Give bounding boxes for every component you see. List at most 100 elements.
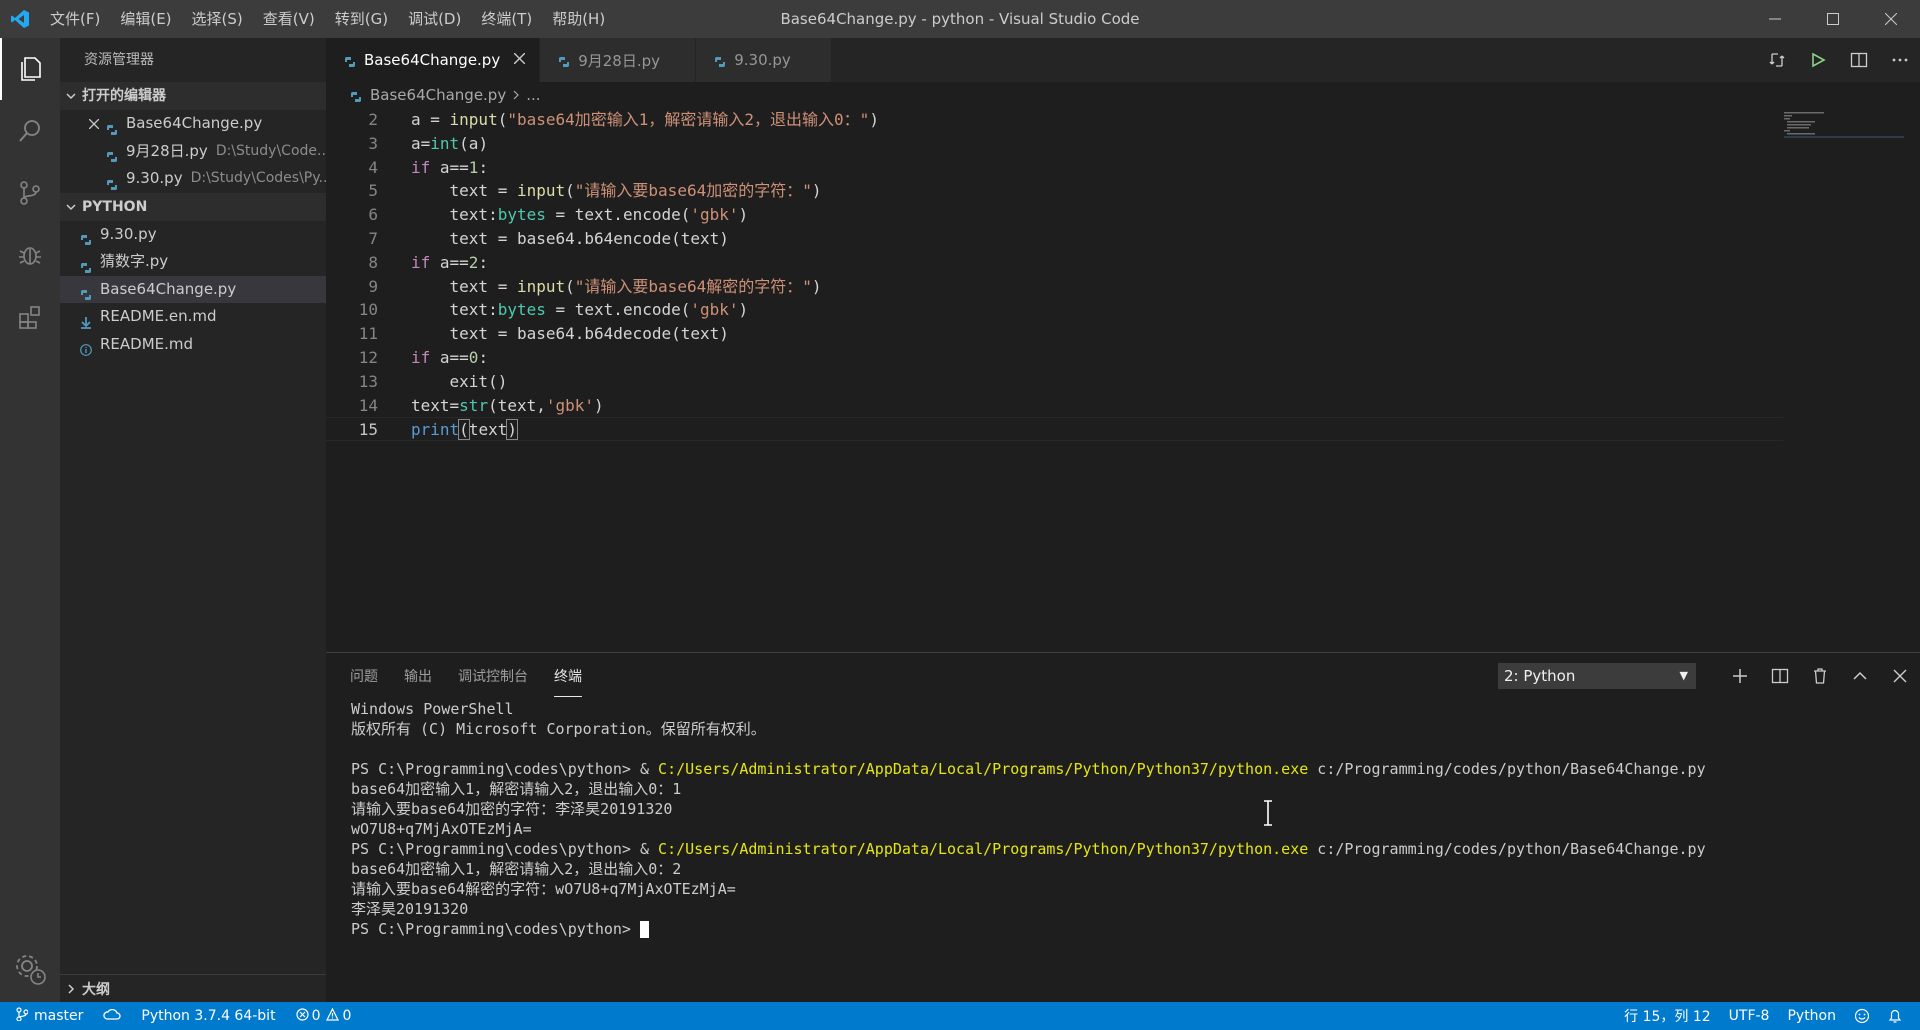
open-changes-icon[interactable] [1756,38,1797,82]
open-editors-header[interactable]: 打开的编辑器 [60,82,326,110]
open-editor-item[interactable]: 9月28日.py D:\Study\Code... [60,138,326,166]
title-bar: 文件(F) 编辑(E) 选择(S) 查看(V) 转到(G) 调试(D) 终端(T… [0,0,1920,38]
code-line: 3 a=int(a) [326,132,1920,156]
folder-header[interactable]: PYTHON [60,192,326,221]
tab-base64change[interactable]: Base64Change.py [326,38,541,82]
menu-go[interactable]: 转到(G) [325,0,398,38]
encoding-status[interactable]: UTF-8 [1729,1008,1770,1024]
status-bar: master Python 3.7.4 64-bit 0 0 行 15，列 12… [0,1002,1920,1030]
minimap[interactable] [1784,110,1904,140]
code-text: text = base64.b64encode(text) [411,228,729,248]
line-number: 9 [368,276,378,296]
open-editor-item[interactable]: Base64Change.py [60,110,326,138]
vscode-logo-icon [0,0,40,38]
code-line-current: 15 print(text) [326,417,1783,442]
outline-section-header[interactable]: 大纲 [60,974,326,1002]
code-editor[interactable]: 2a = input("base64加密输入1，解密请输入2，退出输入0：") … [326,108,1920,648]
maximize-button[interactable] [1804,0,1862,38]
file-item[interactable]: Base64Change.py [60,275,326,303]
line-number: 5 [368,181,378,201]
tab-output[interactable]: 输出 [404,656,432,696]
language-mode-status[interactable]: Python [1787,1008,1836,1024]
split-editor-icon[interactable] [1838,38,1879,82]
minimize-button[interactable] [1746,0,1804,38]
python-interpreter-status[interactable]: Python 3.7.4 64-bit [141,1008,275,1024]
menu-terminal[interactable]: 终端(T) [471,0,542,38]
python-file-icon [80,256,92,273]
tab-label: 9月28日.py [578,51,661,70]
close-icon[interactable] [82,118,106,129]
tab-debug-console[interactable]: 调试控制台 [458,656,528,696]
code-line: 6 text:bytes = text.encode('gbk') [326,203,1920,227]
search-icon[interactable] [0,100,60,162]
close-panel-icon[interactable] [1880,659,1920,693]
source-control-icon[interactable] [0,162,60,224]
terminal-line: 请输入要base64加密的字符：李泽昊20191320 [351,800,673,818]
debug-icon[interactable] [0,224,60,286]
window-controls [1746,0,1920,38]
tab-label: 9.30.py [734,51,791,69]
close-window-button[interactable] [1862,0,1920,38]
menu-debug[interactable]: 调试(D) [398,0,471,38]
python-file-icon [344,54,356,67]
terminal-prompt: PS C:\Programming\codes\python> & [351,760,659,778]
sync-status[interactable] [103,1007,121,1025]
tab-sept28[interactable]: 9月28日.py [540,38,697,82]
problems-status[interactable]: 0 0 [295,1007,351,1025]
open-editors-label: 打开的编辑器 [82,88,166,104]
extensions-icon[interactable] [0,286,60,348]
open-editor-name: 9月28日.py [126,141,208,160]
terminal-prompt: PS C:\Programming\codes\python> [351,920,640,938]
menu-edit[interactable]: 编辑(E) [110,0,181,38]
open-editor-item[interactable]: 9.30.py D:\Study\Codes\Py... [60,165,326,193]
run-icon[interactable] [1797,38,1838,82]
git-branch-label: master [34,1008,84,1024]
code-line: 10 text:bytes = text.encode('gbk') [326,298,1920,322]
code-text: a = input("base64加密输入1，解密请输入2，退出输入0：") [411,110,879,129]
new-terminal-icon[interactable] [1720,659,1760,693]
trash-icon[interactable] [1800,659,1840,693]
line-number: 2 [368,110,378,129]
notifications-bell-icon[interactable] [1888,1008,1902,1024]
code-text: exit() [411,371,508,391]
maximize-panel-icon[interactable] [1840,659,1880,693]
bottom-panel: 问题 输出 调试控制台 终端 2: Python ▼ Windows Power… [326,652,1920,1002]
menu-selection[interactable]: 选择(S) [182,0,253,38]
split-terminal-icon[interactable] [1760,659,1800,693]
line-number: 10 [358,300,378,320]
file-item[interactable]: 9.30.py [60,221,326,249]
error-count: 0 [311,1008,321,1024]
explorer-icon[interactable] [0,38,60,100]
cursor-position-status[interactable]: 行 15，列 12 [1624,1006,1711,1026]
file-item[interactable]: README.en.md [60,303,326,331]
tab-930[interactable]: 9.30.py [696,38,833,82]
python-file-icon [106,173,118,190]
menu-help[interactable]: 帮助(H) [542,0,615,38]
menu-bar: 文件(F) 编辑(E) 选择(S) 查看(V) 转到(G) 调试(D) 终端(T… [40,0,615,38]
terminal-exe-path: C:/Users/Administrator/AppData/Local/Pro… [658,760,1309,778]
terminal-select[interactable]: 2: Python ▼ [1498,663,1696,689]
terminal-output[interactable]: Windows PowerShell 版权所有 (C) Microsoft Co… [351,699,1706,939]
git-branch-status[interactable]: master [16,1007,83,1025]
menu-view[interactable]: 查看(V) [253,0,325,38]
code-text: if a==2: [411,252,489,272]
file-item[interactable]: 猜数字.py [60,248,326,276]
warning-icon [326,1007,340,1025]
open-editor-name: Base64Change.py [126,114,263,132]
close-icon[interactable] [513,52,526,68]
editor-actions [1756,38,1920,82]
line-number: 11 [358,324,378,344]
feedback-smiley-icon[interactable] [1854,1008,1870,1024]
manage-gear-icon[interactable] [0,944,60,994]
git-branch-icon [16,1007,29,1025]
menu-file[interactable]: 文件(F) [40,0,110,38]
explorer-sidebar: 资源管理器 打开的编辑器 Base64Change.py 9月28日.py D:… [60,38,326,1002]
breadcrumb-file[interactable]: Base64Change.py [370,86,506,104]
tab-terminal[interactable]: 终端 [554,656,582,697]
file-item[interactable]: README.md [60,331,326,359]
code-text: text:bytes = text.encode('gbk') [411,205,749,225]
more-actions-icon[interactable] [1879,38,1920,82]
code-line: 7 text = base64.b64encode(text) [326,227,1920,251]
breadcrumb-rest[interactable]: ... [526,86,540,104]
tab-problems[interactable]: 问题 [350,656,378,696]
